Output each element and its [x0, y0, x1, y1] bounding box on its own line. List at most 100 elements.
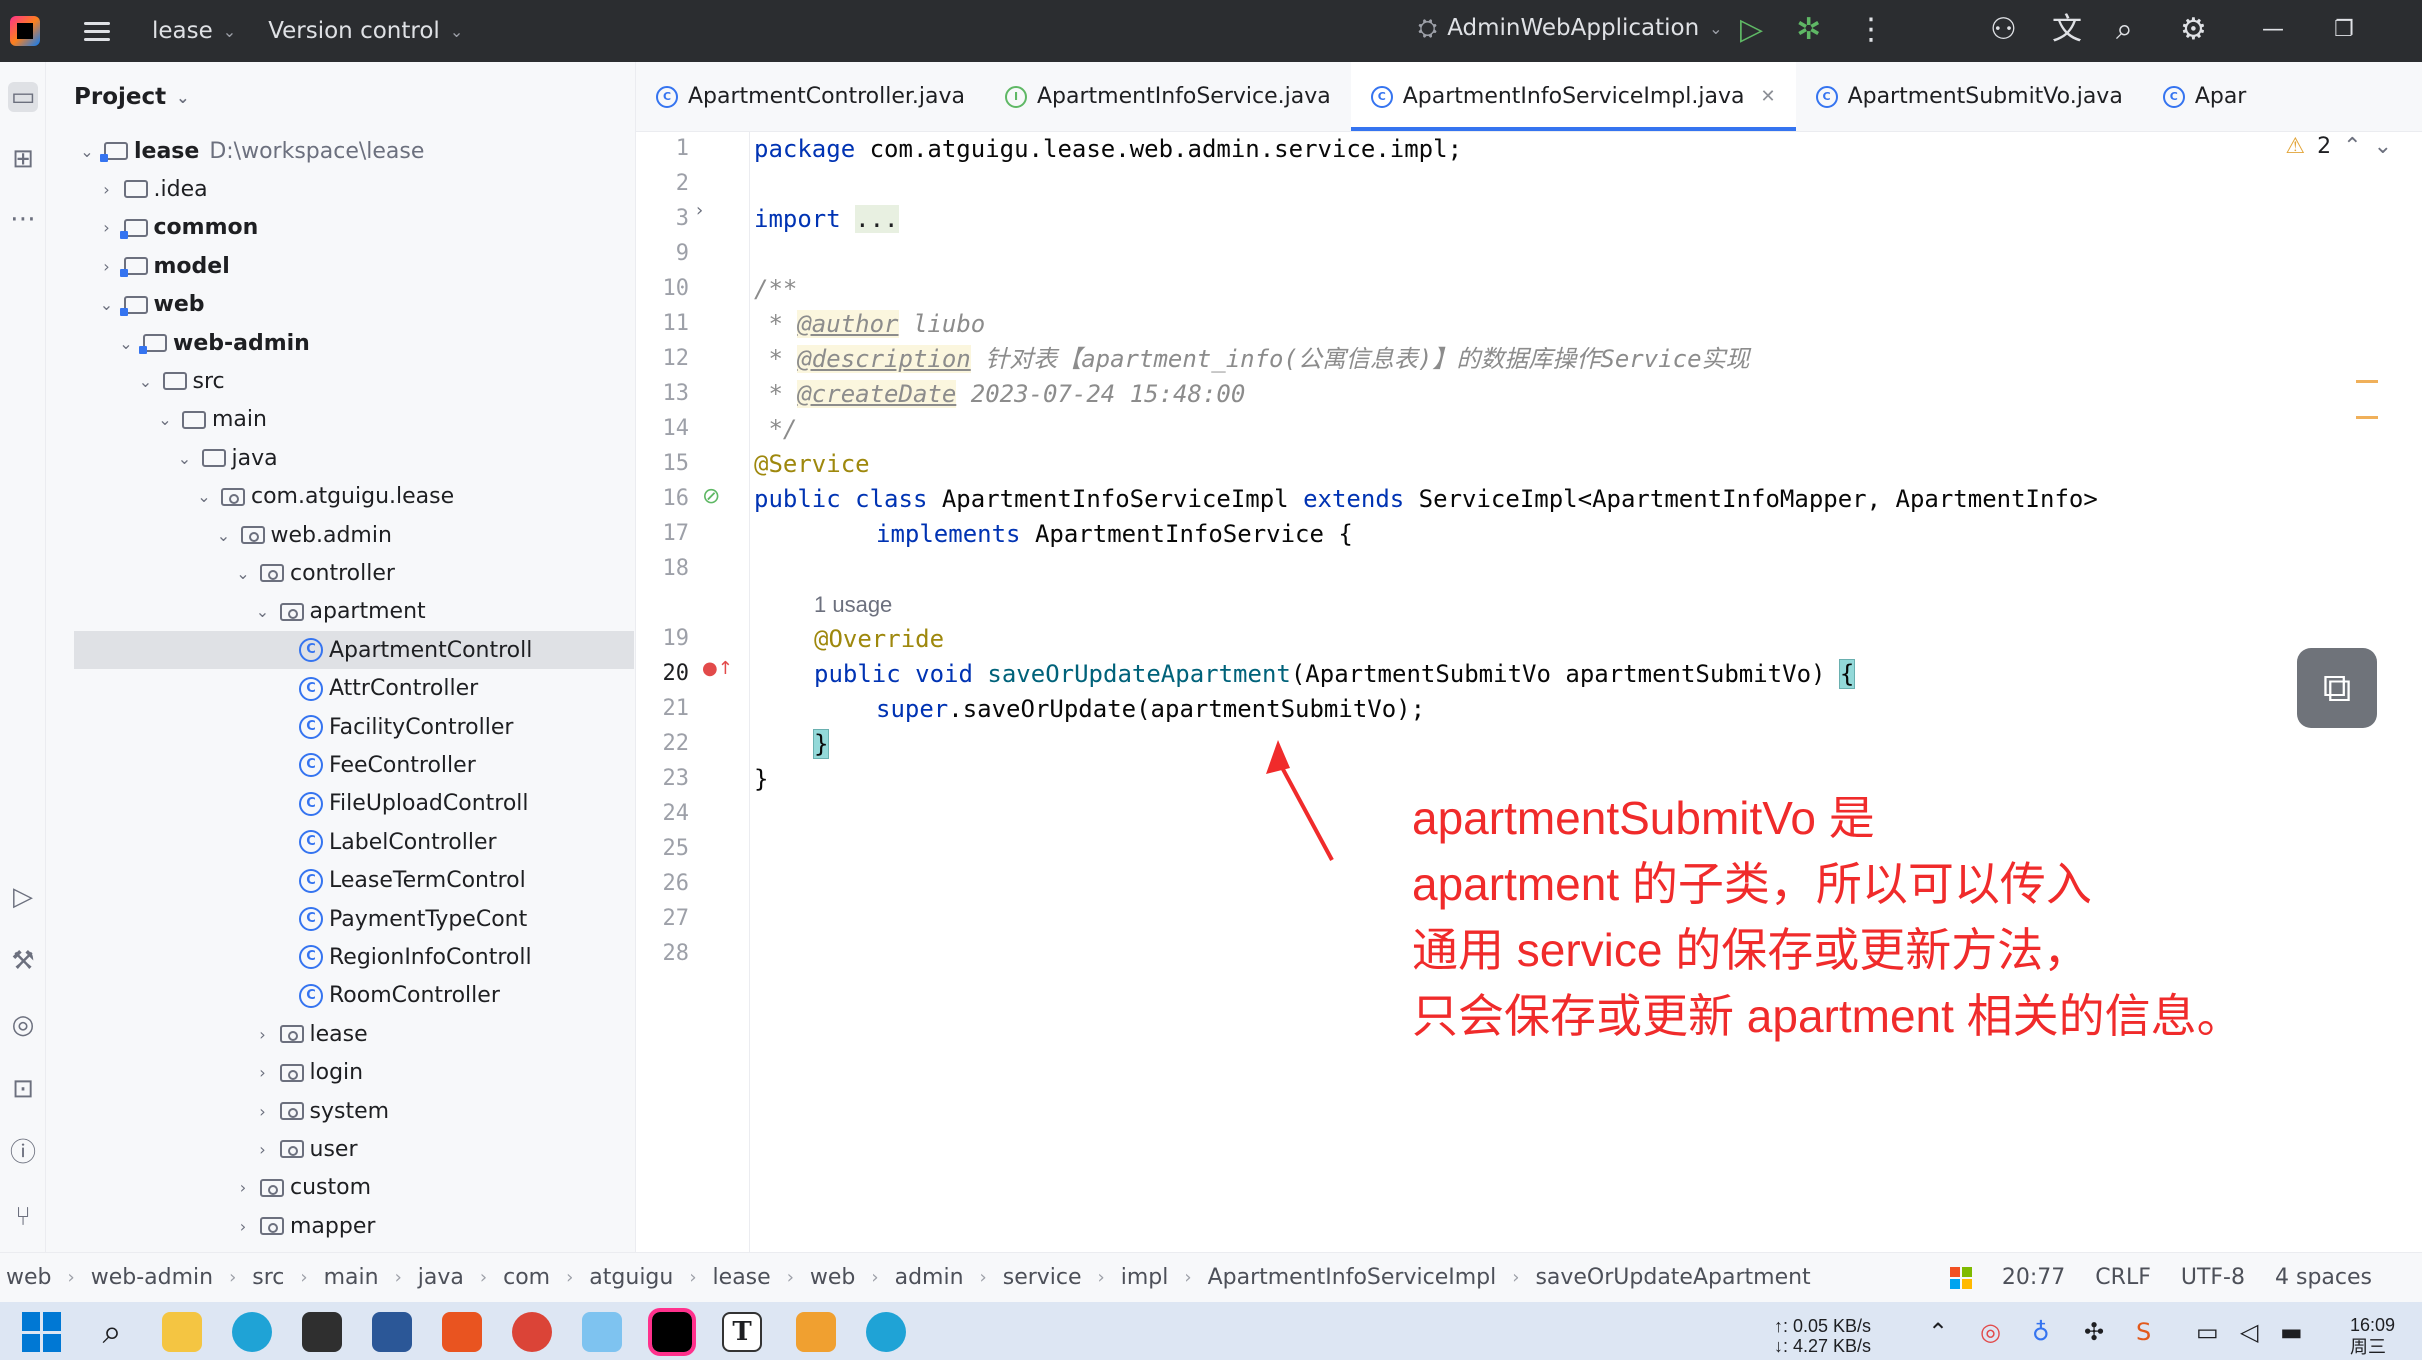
tree-item[interactable]: ⌄ java — [46, 439, 635, 477]
inspection-widget[interactable]: ⚠ 2 ⌃ ⌄ — [2285, 134, 2392, 159]
chevron-right-icon[interactable]: › — [252, 1025, 274, 1044]
line-number[interactable]: 13 — [639, 381, 690, 406]
chevron-right-icon[interactable]: › — [96, 257, 118, 276]
app-icon[interactable] — [582, 1312, 622, 1352]
editor-tab[interactable]: I ApartmentInfoService.java — [985, 62, 1351, 131]
line-number[interactable]: 23 — [639, 766, 690, 791]
vcs-selector[interactable]: Version control ⌄ — [268, 18, 463, 44]
translate-icon[interactable]: 文 — [2052, 12, 2082, 48]
tree-item[interactable]: ⌄ main — [46, 401, 635, 439]
line-number[interactable]: 11 — [639, 311, 690, 336]
restore-icon[interactable]: ❐ — [2334, 12, 2354, 48]
tree-item[interactable]: ⌄ web-admin — [46, 324, 635, 362]
breadcrumb-item[interactable]: saveOrUpdateApartment — [1535, 1265, 1810, 1290]
chevron-down-icon[interactable]: ⌄ — [96, 295, 118, 314]
tree-item[interactable]: ⌄ com.atguigu.lease — [46, 478, 635, 516]
tree-item[interactable]: › mapper — [46, 1207, 635, 1245]
ime-icon[interactable]: ✣ — [2084, 1318, 2104, 1346]
chevron-right-icon[interactable]: › — [96, 218, 118, 237]
chevron-right-icon[interactable]: › — [252, 1102, 274, 1121]
editor-tab[interactable]: C ApartmentController.java — [636, 62, 985, 131]
chevron-down-icon[interactable]: ⌄ — [76, 142, 98, 161]
next-highlight-icon[interactable]: ⌄ — [2374, 134, 2392, 159]
terminal-app-icon[interactable] — [302, 1312, 342, 1352]
services-icon[interactable]: ◎ — [8, 1010, 38, 1040]
problems-icon[interactable]: ⓘ — [8, 1138, 38, 1168]
tree-item[interactable]: › login — [46, 1054, 635, 1092]
settings-gear-icon[interactable]: ⚙ — [2180, 12, 2207, 48]
terminal-icon[interactable]: ⊡ — [8, 1074, 38, 1104]
line-number[interactable]: 9 — [639, 241, 689, 266]
previous-highlight-icon[interactable]: ⌃ — [2343, 134, 2361, 159]
edge-browser-icon[interactable] — [232, 1312, 272, 1352]
tree-item[interactable]: C LeaseTermControl — [46, 862, 635, 900]
tray-app-icon[interactable]: ◎ — [1980, 1318, 2001, 1346]
warning-stripe-marker[interactable] — [2356, 416, 2378, 419]
line-number[interactable]: 19 — [639, 626, 690, 651]
breadcrumb-item[interactable]: impl — [1121, 1265, 1169, 1290]
project-panel-header[interactable]: Project ⌄ — [46, 62, 635, 132]
line-number[interactable]: 27 — [639, 906, 690, 931]
floating-screen-icon[interactable]: ⧉ — [2297, 648, 2377, 728]
line-number[interactable]: 20 — [639, 661, 690, 686]
chevron-down-icon[interactable]: ⌄ — [213, 526, 235, 545]
breadcrumb-item[interactable]: java — [418, 1265, 464, 1290]
line-number[interactable]: 2 — [639, 171, 689, 196]
line-number[interactable]: 3 — [639, 206, 689, 231]
chevron-right-icon[interactable]: › — [252, 1140, 274, 1159]
main-menu-icon[interactable] — [84, 21, 110, 41]
system-clock[interactable]: 16:09 周三 — [2350, 1314, 2395, 1358]
store-icon[interactable] — [372, 1312, 412, 1352]
breadcrumb-item[interactable]: web — [6, 1265, 52, 1290]
typora-icon[interactable]: T — [722, 1312, 762, 1352]
tree-item[interactable]: › system — [46, 1092, 635, 1130]
debug-icon[interactable]: ✲ — [1796, 12, 1821, 48]
tree-item[interactable]: › user — [46, 1130, 635, 1168]
line-number[interactable]: 21 — [639, 696, 690, 721]
chevron-down-icon[interactable]: ⌄ — [135, 372, 157, 391]
run-configuration-selector[interactable]: ⛭ AdminWebApplication ⌄ — [1418, 14, 1723, 42]
breadcrumb-item[interactable]: com — [503, 1265, 550, 1290]
breadcrumb-item[interactable]: atguigu — [589, 1265, 673, 1290]
chevron-down-icon[interactable]: ⌄ — [252, 602, 274, 621]
tree-item[interactable]: ⌄ apartment — [46, 593, 635, 631]
add-user-icon[interactable]: ⚇ — [1990, 12, 2017, 48]
search-icon[interactable]: ⌕ — [92, 1312, 132, 1352]
line-number[interactable]: 14 — [639, 416, 690, 441]
intellij-taskbar-icon[interactable] — [648, 1308, 696, 1356]
tree-item[interactable]: C AttrController — [46, 670, 635, 708]
build-hammer-icon[interactable]: ⚒ — [8, 946, 38, 976]
project-folder-icon[interactable]: ▭ — [8, 82, 38, 112]
tree-item[interactable]: C LabelController — [46, 823, 635, 861]
line-number[interactable]: 24 — [639, 801, 690, 826]
breadcrumb-item[interactable]: admin — [895, 1265, 964, 1290]
breadcrumb-item[interactable]: lease — [713, 1265, 771, 1290]
line-number[interactable]: 10 — [639, 276, 690, 301]
editor-tab[interactable]: C ApartmentInfoServiceImpl.java ✕ — [1350, 62, 1796, 131]
usage-hint[interactable]: 1 usage — [814, 592, 892, 618]
tree-item[interactable]: C PaymentTypeCont — [46, 900, 635, 938]
breadcrumb-item[interactable]: web — [810, 1265, 856, 1290]
close-tab-icon[interactable]: ✕ — [1760, 86, 1775, 107]
project-selector[interactable]: lease ⌄ — [152, 18, 236, 44]
breadcrumb-item[interactable]: ApartmentInfoServiceImpl — [1208, 1265, 1497, 1290]
code-editor[interactable]: 1 2 3 9 10 11 12 13 14 15 16 17 18 19 20 21 22 23 24 25 26 27… — [636, 132, 2422, 1252]
caret-position[interactable]: 20:77 — [2002, 1265, 2065, 1290]
line-number[interactable]: 28 — [639, 941, 690, 966]
run-tool-icon[interactable]: ▷ — [8, 882, 38, 912]
tree-item[interactable]: › model — [46, 247, 635, 285]
line-number[interactable]: 25 — [639, 836, 690, 861]
windows-start-icon[interactable] — [22, 1312, 62, 1352]
edge-icon[interactable] — [866, 1312, 906, 1352]
tree-item[interactable]: C FacilityController — [46, 708, 635, 746]
tree-item[interactable]: › lease — [46, 1015, 635, 1053]
tree-item[interactable]: ⌄ web.admin — [46, 516, 635, 554]
line-number[interactable]: 12 — [639, 346, 690, 371]
tree-item[interactable]: C RoomController — [46, 977, 635, 1015]
tree-item[interactable]: C RegionInfoControll — [46, 938, 635, 976]
file-encoding[interactable]: UTF-8 — [2181, 1265, 2245, 1290]
tree-item[interactable]: ⌄ src — [46, 362, 635, 400]
tree-item[interactable]: C ApartmentControll — [74, 631, 634, 670]
tree-item[interactable]: C FileUploadControll — [46, 785, 635, 823]
volume-icon[interactable]: ◁ — [2240, 1318, 2258, 1346]
